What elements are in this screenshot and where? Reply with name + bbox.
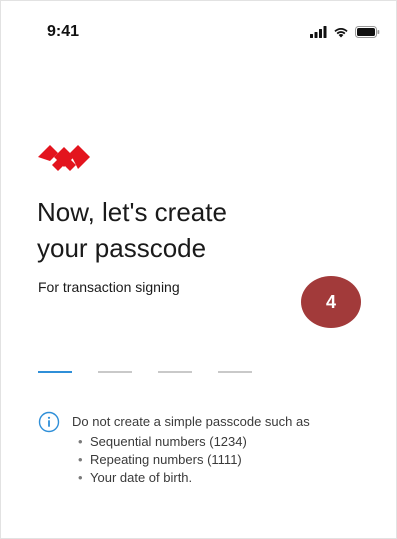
hint-list: • Sequential numbers (1234) • Repeating nu… — [78, 433, 247, 487]
passcode-digit-3 — [158, 371, 192, 373]
hint-list-item: • Repeating numbers (1111) — [78, 452, 242, 467]
wifi-icon — [334, 28, 348, 38]
cellular-signal-icon — [310, 26, 327, 38]
step-number-badge: 4 — [301, 276, 361, 328]
battery-icon — [355, 26, 380, 38]
passcode-digit-1 — [38, 371, 72, 373]
status-icons — [310, 25, 380, 39]
hint-list-item: • Your date of birth. — [78, 470, 193, 485]
page-subtitle: For transaction signing — [38, 279, 180, 295]
page-title: Now, let's create your passcode — [37, 194, 337, 266]
hint-text: Do not create a simple passcode such as — [72, 414, 310, 429]
page-title-line-1: Now, let's create — [37, 197, 227, 227]
page-title-line-2: your passcode — [37, 233, 207, 263]
screen-frame: 9:41 Now, let's create your passcode For… — [0, 0, 397, 539]
passcode-digit-4 — [218, 371, 252, 373]
passcode-digit-2 — [98, 371, 132, 373]
status-time: 9:41 — [47, 23, 80, 40]
brand-diamond-logo — [38, 145, 90, 171]
status-bar: 9:41 — [1, 1, 397, 61]
info-icon — [38, 411, 60, 433]
hint-list-item: • Sequential numbers (1234) — [78, 434, 247, 449]
passcode-entry-indicator[interactable] — [38, 371, 258, 375]
